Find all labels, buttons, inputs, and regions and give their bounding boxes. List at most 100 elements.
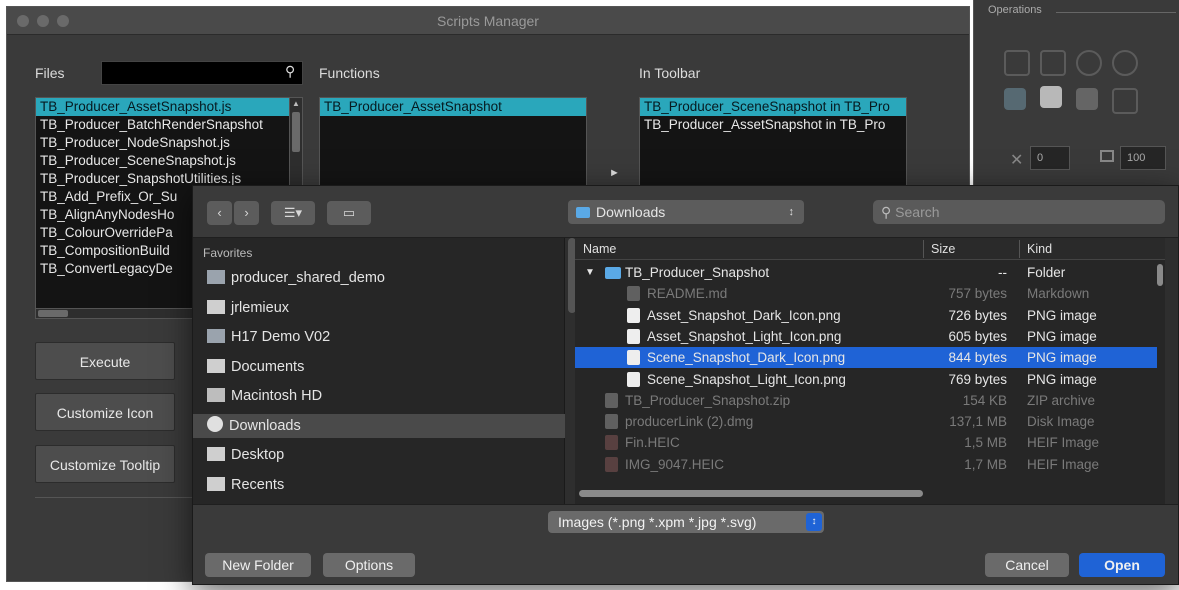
flip-horizontal-icon[interactable] — [1004, 50, 1030, 76]
files-list-item[interactable]: TB_Producer_SceneSnapshot.js — [36, 152, 302, 170]
sidebar-item-producer-shared-demo[interactable]: producer_shared_demo — [207, 266, 385, 290]
forward-button[interactable]: › — [234, 201, 259, 225]
title-bar[interactable]: Scripts Manager — [7, 7, 969, 35]
speech-icon[interactable] — [1076, 88, 1098, 110]
disk-icon — [207, 388, 225, 402]
files-list-item[interactable]: TB_Producer_BatchRenderSnapshot — [36, 116, 302, 134]
file-row[interactable]: Fin.HEIC 1,5 MB HEIF Image — [575, 432, 1157, 453]
file-list: Name Size Kind ▼ TB_Producer_Snapshot -- Fo… — [575, 238, 1165, 504]
operation-icon[interactable] — [1004, 88, 1026, 110]
scroll-thumb[interactable] — [292, 112, 300, 152]
file-name: Scene_Snapshot_Dark_Icon.png — [647, 350, 846, 366]
options-button[interactable]: Options — [323, 553, 415, 577]
new-folder-toolbar-button[interactable]: ▭ — [327, 201, 371, 225]
chevron-right-icon: › — [244, 205, 249, 220]
image-icon — [627, 350, 640, 366]
file-row[interactable]: Asset_Snapshot_Dark_Icon.png 726 bytes PNG… — [575, 305, 1157, 326]
files-label: Files — [35, 65, 65, 81]
sidebar-item-downloads[interactable]: Downloads — [193, 413, 565, 438]
file-row[interactable]: Asset_Snapshot_Light_Icon.png 605 bytes PN… — [575, 326, 1157, 347]
sidebar-item-desktop[interactable]: Desktop — [207, 443, 284, 467]
search-icon[interactable]: ⚲ — [285, 63, 295, 80]
file-kind: Markdown — [1027, 286, 1090, 302]
x-field-icon: ✕ — [1010, 152, 1024, 169]
customize-tooltip-button[interactable]: Customize Tooltip — [35, 445, 175, 483]
file-row[interactable]: Scene_Snapshot_Dark_Icon.png 844 bytes PNG… — [575, 347, 1157, 369]
functions-label: Functions — [319, 65, 380, 81]
folder-icon: ▭ — [342, 205, 356, 220]
file-row[interactable]: README.md 757 bytes Markdown — [575, 283, 1157, 304]
disclosure-triangle-icon[interactable]: ▼ — [585, 262, 595, 283]
customize-icon-button[interactable]: Customize Icon — [35, 393, 175, 431]
file-row[interactable]: Scene_Snapshot_Light_Icon.png 769 bytes PN… — [575, 369, 1157, 390]
tool-icon[interactable] — [1112, 88, 1138, 114]
execute-button[interactable]: Execute — [35, 342, 175, 380]
files-list-item[interactable]: TB_Producer_NodeSnapshot.js — [36, 134, 302, 152]
name-column-header[interactable]: Name — [583, 238, 616, 260]
file-list-vertical-scrollbar[interactable] — [1157, 264, 1163, 286]
rotate-icon[interactable] — [1076, 50, 1102, 76]
x-field[interactable]: 0 — [1030, 146, 1070, 170]
file-name: TB_Producer_Snapshot.zip — [625, 392, 791, 408]
frame-field[interactable]: 100 — [1120, 146, 1166, 170]
functions-list[interactable]: TB_Producer_AssetSnapshot — [319, 97, 587, 197]
sidebar-item-jrlemieux[interactable]: jrlemieux — [207, 296, 289, 320]
operations-label: Operations — [988, 4, 1042, 16]
dialog-bottom-bar: Images (*.png *.xpm *.jpg *.svg) ↕ New F… — [193, 504, 1178, 584]
sidebar-item-label: Desktop — [231, 447, 285, 463]
kind-column-header[interactable]: Kind — [1027, 238, 1052, 260]
downloads-icon — [207, 415, 223, 432]
documents-icon — [207, 358, 225, 373]
frame-field-icon — [1100, 150, 1114, 162]
sidebar-item-label: jrlemieux — [231, 299, 290, 316]
file-kind: PNG image — [1027, 328, 1097, 344]
reset-icon[interactable] — [1112, 50, 1138, 76]
folder-icon — [605, 267, 621, 279]
window-title: Scripts Manager — [437, 13, 539, 29]
cancel-button[interactable]: Cancel — [985, 553, 1069, 577]
in-toolbar-list-item[interactable]: TB_Producer_AssetSnapshot in TB_Pro — [640, 116, 906, 134]
sidebar-item-documents[interactable]: Documents — [207, 355, 304, 379]
file-row[interactable]: ▼ TB_Producer_Snapshot -- Folder — [575, 262, 1157, 283]
file-name: Fin.HEIC — [625, 435, 680, 451]
sidebar-item-recents[interactable]: Recents — [207, 473, 284, 497]
file-size: 757 bytes — [948, 286, 1007, 302]
file-size: 844 bytes — [948, 350, 1007, 366]
dialog-toolbar: ‹ › ☰▾ ▭ Downloads ↕ ⚲ Search — [193, 186, 1178, 238]
node-icon[interactable] — [1040, 86, 1062, 108]
h-scroll-thumb[interactable] — [38, 310, 68, 317]
align-icon[interactable] — [1040, 50, 1066, 76]
view-options-button[interactable]: ☰▾ — [271, 201, 315, 225]
add-to-toolbar-arrow-icon[interactable]: ► — [609, 167, 620, 179]
divider — [923, 240, 924, 258]
search-placeholder: Search — [895, 204, 940, 220]
files-search-input[interactable] — [101, 61, 303, 85]
sidebar-item-label: Documents — [231, 358, 305, 375]
functions-list-item[interactable]: TB_Producer_AssetSnapshot — [320, 98, 586, 116]
file-list-horizontal-scrollbar[interactable] — [579, 490, 923, 497]
back-button[interactable]: ‹ — [207, 201, 232, 225]
open-button[interactable]: Open — [1079, 553, 1165, 577]
sidebar-item-macintosh-hd[interactable]: Macintosh HD — [207, 384, 322, 408]
file-type-filter-dropdown[interactable]: Images (*.png *.xpm *.jpg *.svg) ↕ — [548, 511, 824, 533]
divider — [35, 497, 193, 498]
updown-chevron-icon: ↕ — [788, 206, 795, 218]
scroll-up-arrow-icon[interactable]: ▲ — [292, 100, 300, 108]
file-size: -- — [998, 265, 1007, 280]
in-toolbar-list-item[interactable]: TB_Producer_SceneSnapshot in TB_Pro — [640, 98, 906, 116]
location-dropdown[interactable]: Downloads ↕ — [568, 200, 804, 224]
sidebar: Favorites producer_shared_demo jrlemieux H… — [193, 238, 576, 504]
sidebar-item-label: H17 Demo V02 — [231, 329, 331, 345]
file-kind: Folder — [1027, 265, 1066, 280]
file-row[interactable]: IMG_9047.HEIC 1,7 MB HEIF Image — [575, 454, 1157, 475]
size-column-header[interactable]: Size — [931, 238, 955, 260]
new-folder-button[interactable]: New Folder — [205, 553, 311, 577]
location-label: Downloads — [596, 204, 666, 220]
sidebar-item-h17-demo-v02[interactable]: H17 Demo V02 — [207, 325, 330, 349]
in-toolbar-list[interactable]: TB_Producer_SceneSnapshot in TB_Pro TB_Pr… — [639, 97, 907, 197]
file-row[interactable]: TB_Producer_Snapshot.zip 154 KB ZIP archiv… — [575, 390, 1157, 411]
file-row[interactable]: producerLink (2).dmg 137,1 MB Disk Image — [575, 411, 1157, 432]
search-field[interactable]: ⚲ Search — [873, 200, 1165, 224]
heic-icon — [605, 456, 618, 472]
files-list-item[interactable]: TB_Producer_AssetSnapshot.js — [36, 98, 302, 116]
